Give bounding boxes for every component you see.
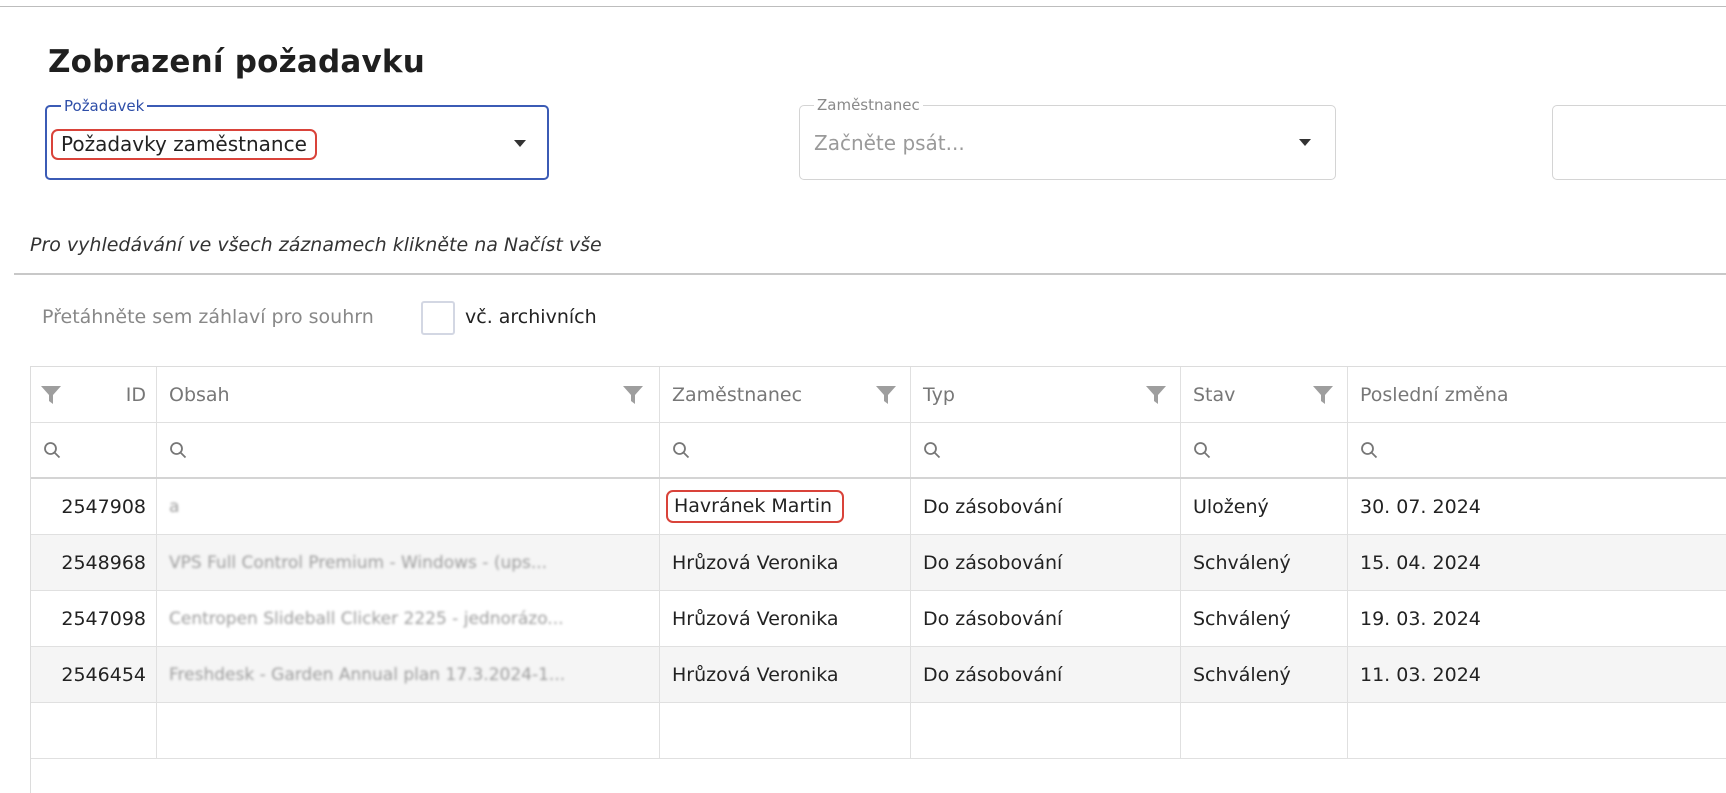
request-select[interactable]: Požadavek Požadavky zaměstnance (45, 96, 549, 180)
cell-typ: Do zásobování (911, 479, 1181, 534)
employee-select[interactable]: Zaměstnanec Začněte psát... (799, 95, 1336, 180)
grid-filter-row (31, 423, 1726, 479)
chevron-down-icon[interactable] (1299, 139, 1311, 146)
page-title: Zobrazení požadavku (48, 44, 425, 80)
include-archived-checkbox[interactable] (421, 301, 455, 335)
column-header-last-change[interactable]: Poslední změna (1348, 367, 1726, 422)
request-value-highlight: Požadavky zaměstnance (51, 129, 317, 160)
cell-obsah: a (157, 479, 660, 534)
cell-typ: Do zásobování (911, 591, 1181, 646)
cell-stav: Schválený (1181, 647, 1348, 702)
filter-funnel-icon[interactable] (623, 386, 643, 404)
column-header-obsah-label: Obsah (169, 383, 230, 406)
employee-select-placeholder[interactable]: Začněte psát... (814, 130, 965, 156)
column-header-last-change-label: Poslední změna (1360, 383, 1509, 406)
search-icon (44, 442, 61, 459)
cell-id: 2548968 (31, 535, 157, 590)
filter-cell-obsah[interactable] (157, 423, 660, 477)
column-header-stav[interactable]: Stav (1181, 367, 1348, 422)
cell-employee: Hrůzová Veronika (660, 647, 911, 702)
cell-last-change: 15. 04. 2024 (1360, 551, 1481, 574)
table-row[interactable]: 2546454 Freshdesk - Garden Annual plan 1… (31, 647, 1726, 703)
cell-last-change: 11. 03. 2024 (1360, 663, 1481, 686)
filter-funnel-icon[interactable] (876, 386, 896, 404)
cell-obsah: VPS Full Control Premium - Windows - (up… (157, 535, 660, 590)
grid-header-row: ID Obsah Zaměstnanec Typ Stav Poslední z… (31, 367, 1726, 423)
cell-id: 2546454 (31, 647, 157, 702)
include-archived-label[interactable]: vč. archivních (465, 306, 597, 328)
filter-cell-id[interactable] (31, 423, 157, 477)
column-header-obsah[interactable]: Obsah (157, 367, 660, 422)
filter-cell-last-change[interactable] (1348, 423, 1726, 477)
cell-last-change (1348, 703, 1726, 758)
cell-employee: Hrůzová Veronika (660, 591, 911, 646)
cell-last-change: 19. 03. 2024 (1360, 607, 1481, 630)
cell-employee (660, 703, 911, 758)
cell-typ: Do zásobování (911, 647, 1181, 702)
filter-funnel-icon[interactable] (1146, 386, 1166, 404)
cell-obsah (157, 703, 660, 758)
table-row[interactable]: 2547908 a Havránek Martin Do zásobování … (31, 479, 1726, 535)
column-header-employee[interactable]: Zaměstnanec (660, 367, 911, 422)
cell-id: 2547908 (31, 479, 157, 534)
cell-stav: Schválený (1181, 591, 1348, 646)
column-header-typ-label: Typ (923, 383, 955, 406)
column-header-employee-label: Zaměstnanec (672, 383, 803, 406)
filter-cell-typ[interactable] (911, 423, 1181, 477)
chevron-down-icon[interactable] (514, 140, 526, 147)
third-field[interactable] (1552, 105, 1726, 180)
employee-highlight: Havránek Martin (666, 490, 845, 523)
cell-employee: Havránek Martin (660, 479, 911, 534)
requests-grid: ID Obsah Zaměstnanec Typ Stav Poslední z… (30, 366, 1726, 793)
table-row[interactable]: 2547098 Centropen Slideball Clicker 2225… (31, 591, 1726, 647)
cell-typ: Do zásobování (911, 535, 1181, 590)
load-all-hint: Pro vyhledávání ve všech záznamech klikn… (30, 234, 602, 256)
request-select-legend: Požadavek (61, 96, 148, 116)
column-header-stav-label: Stav (1193, 383, 1236, 406)
cell-stav (1181, 703, 1348, 758)
cell-obsah: Freshdesk - Garden Annual plan 17.3.2024… (157, 647, 660, 702)
cell-employee: Hrůzová Veronika (660, 535, 911, 590)
cell-obsah-text: VPS Full Control Premium - Windows - (up… (169, 552, 548, 573)
group-by-drop-area[interactable]: Přetáhněte sem záhlaví pro souhrn (42, 306, 374, 328)
search-icon (924, 442, 941, 459)
table-row[interactable] (31, 703, 1726, 759)
filter-funnel-icon[interactable] (41, 386, 61, 404)
cell-stav: Uložený (1181, 479, 1348, 534)
search-icon (673, 442, 690, 459)
cell-last-change: 30. 07. 2024 (1360, 495, 1481, 518)
filter-funnel-icon[interactable] (1313, 386, 1333, 404)
cell-obsah-text: a (169, 496, 180, 517)
cell-typ (911, 703, 1181, 758)
column-header-id[interactable]: ID (31, 367, 157, 422)
cell-obsah-text: Freshdesk - Garden Annual plan 17.3.2024… (169, 664, 566, 685)
search-icon (1194, 442, 1211, 459)
search-icon (170, 442, 187, 459)
cell-id (31, 703, 157, 758)
filter-cell-employee[interactable] (660, 423, 911, 477)
column-header-typ[interactable]: Typ (911, 367, 1181, 422)
cell-obsah-text: Centropen Slideball Clicker 2225 - jedno… (169, 608, 564, 629)
hint-divider (14, 273, 1726, 275)
top-divider (0, 6, 1726, 7)
cell-stav: Schválený (1181, 535, 1348, 590)
cell-obsah: Centropen Slideball Clicker 2225 - jedno… (157, 591, 660, 646)
column-header-id-label: ID (125, 383, 146, 406)
employee-select-legend: Zaměstnanec (814, 95, 923, 115)
filter-cell-stav[interactable] (1181, 423, 1348, 477)
cell-id: 2547098 (31, 591, 157, 646)
table-row[interactable]: 2548968 VPS Full Control Premium - Windo… (31, 535, 1726, 591)
request-select-value: Požadavky zaměstnance (51, 129, 327, 160)
search-icon (1361, 442, 1378, 459)
